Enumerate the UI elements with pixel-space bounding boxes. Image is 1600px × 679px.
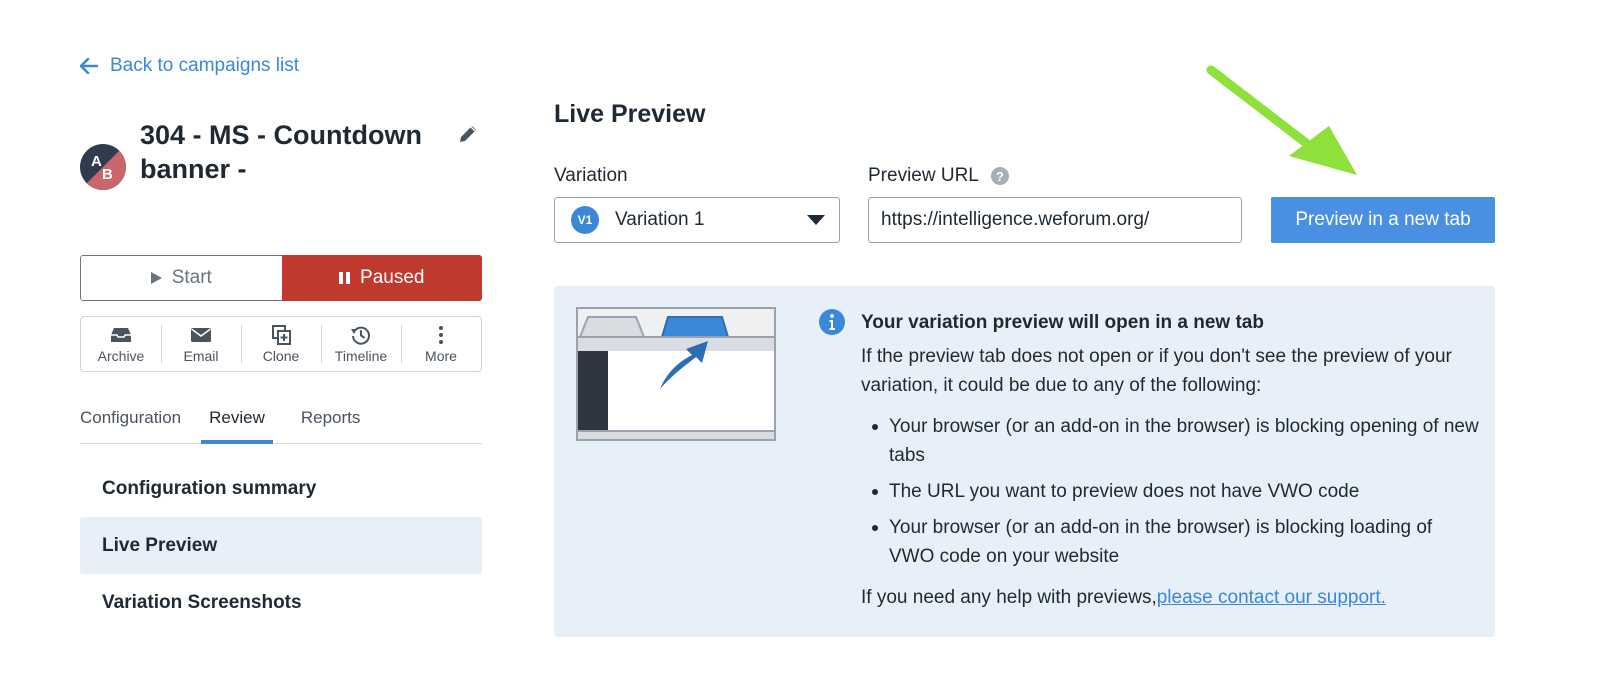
- email-button[interactable]: Email: [161, 317, 241, 371]
- start-button[interactable]: Start: [80, 255, 282, 301]
- contact-support-link[interactable]: please contact our support.: [1157, 587, 1386, 608]
- campaign-tabs: Configuration Review Reports: [80, 408, 482, 444]
- info-heading: Your variation preview will open in a ne…: [861, 312, 1264, 333]
- reasons-list: Your browser (or an add-on in the browse…: [861, 412, 1481, 571]
- campaign-state-toggle: Start Paused: [80, 255, 482, 301]
- preview-url-label: Preview URL ?: [868, 165, 1009, 187]
- archive-label: Archive: [97, 347, 145, 364]
- campaign-title: 304 - MS - Countdown banner -: [140, 120, 422, 184]
- archive-icon: [111, 327, 131, 342]
- annotation-arrow-icon: [1206, 65, 1357, 175]
- more-button[interactable]: More: [401, 317, 481, 371]
- list-item: Your browser (or an add-on in the browse…: [861, 513, 1481, 571]
- more-label: More: [425, 347, 457, 364]
- tab-review[interactable]: Review: [201, 408, 273, 444]
- tab-reports[interactable]: Reports: [301, 408, 361, 443]
- timeline-label: Timeline: [334, 347, 388, 364]
- preview-url-input[interactable]: [868, 197, 1242, 243]
- info-footer: If you need any help with previews,pleas…: [861, 583, 1481, 612]
- ab-test-avatar: A B: [80, 144, 126, 190]
- info-icon: [819, 309, 845, 335]
- archive-button[interactable]: Archive: [81, 317, 161, 371]
- clone-button[interactable]: Clone: [241, 317, 321, 371]
- timeline-button[interactable]: Timeline: [321, 317, 401, 371]
- side-item-variation-screenshots[interactable]: Variation Screenshots: [80, 574, 482, 631]
- variation-badge: V1: [571, 206, 599, 234]
- email-icon: [191, 327, 211, 342]
- info-intro: If the preview tab does not open or if y…: [861, 346, 1452, 396]
- list-item: Your browser (or an add-on in the browse…: [861, 412, 1481, 470]
- variation-label-text: Variation: [554, 165, 628, 186]
- page-title: Live Preview: [554, 100, 706, 128]
- back-link-label: Back to campaigns list: [110, 55, 300, 76]
- clone-label: Clone: [262, 347, 300, 364]
- info-footer-text: If you need any help with previews,: [861, 587, 1157, 608]
- browser-new-tab-illustration: [576, 307, 776, 441]
- caret-down-icon: [807, 215, 825, 225]
- play-icon: [150, 272, 162, 284]
- campaign-header: A B 304 - MS - Countdown banner -: [80, 118, 480, 190]
- pause-icon: [339, 272, 351, 284]
- info-content: Your variation preview will open in a ne…: [861, 308, 1481, 612]
- preview-info-panel: Your variation preview will open in a ne…: [554, 286, 1495, 637]
- preview-in-new-tab-button[interactable]: Preview in a new tab: [1271, 197, 1495, 243]
- svg-text:A: A: [91, 153, 102, 170]
- list-item: The URL you want to preview does not hav…: [861, 477, 1481, 506]
- tab-configuration[interactable]: Configuration: [80, 408, 181, 443]
- start-label: Start: [171, 267, 212, 288]
- variation-selected-value: Variation 1: [615, 209, 705, 230]
- more-icon: [439, 325, 443, 344]
- clone-icon: [272, 324, 291, 345]
- arrow-left-icon: [80, 58, 98, 74]
- campaign-action-bar: Archive Email Clone Timeline More: [80, 316, 482, 372]
- back-to-campaigns-link[interactable]: Back to campaigns list: [80, 55, 299, 77]
- side-item-configuration-summary[interactable]: Configuration summary: [80, 460, 482, 517]
- paused-label: Paused: [360, 267, 425, 288]
- timeline-icon: [351, 326, 370, 345]
- side-item-live-preview[interactable]: Live Preview: [80, 517, 482, 574]
- preview-url-label-text: Preview URL: [868, 165, 979, 186]
- variation-label: Variation: [554, 165, 628, 187]
- svg-text:B: B: [102, 166, 113, 183]
- review-side-menu: Configuration summary Live Preview Varia…: [80, 460, 482, 631]
- pencil-edit-icon[interactable]: [456, 122, 480, 146]
- help-icon[interactable]: ?: [990, 167, 1009, 185]
- email-label: Email: [183, 347, 219, 364]
- variation-select[interactable]: V1 Variation 1: [554, 197, 840, 243]
- paused-button[interactable]: Paused: [281, 255, 482, 301]
